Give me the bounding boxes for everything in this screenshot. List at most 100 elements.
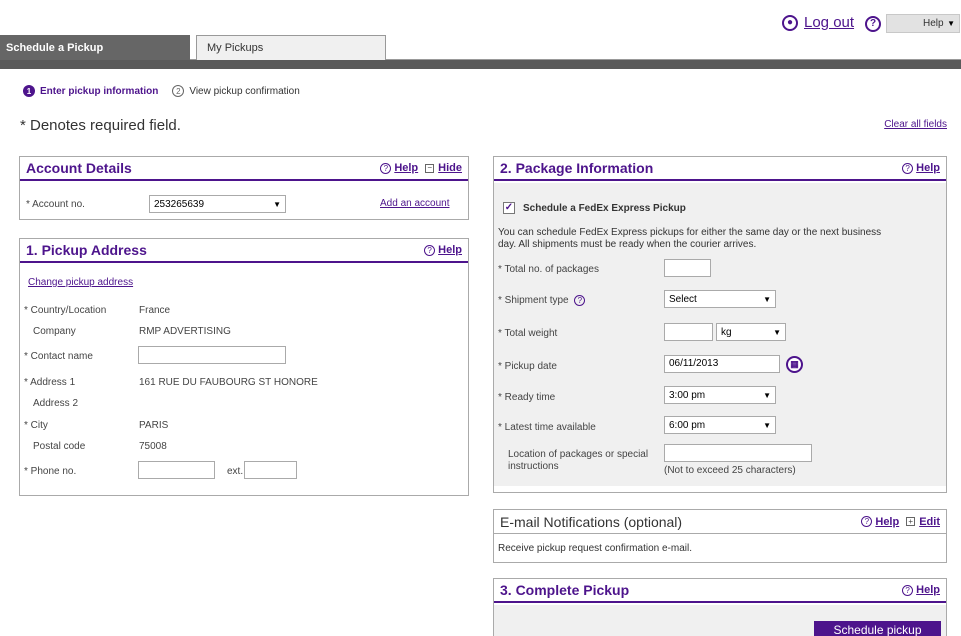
account-details-panel: Account Details ? Help − Hide * Account … bbox=[19, 156, 469, 220]
tab-my-pickups[interactable]: My Pickups bbox=[196, 35, 386, 60]
ready-time-label: * Ready time bbox=[498, 392, 556, 403]
contact-name-input[interactable] bbox=[138, 346, 286, 364]
chevron-down-icon: ▼ bbox=[947, 19, 955, 28]
pickup-address-title: 1. Pickup Address bbox=[26, 242, 147, 258]
help-icon: ? bbox=[424, 244, 436, 256]
account-number-label: * Account no. bbox=[26, 199, 85, 210]
expand-icon[interactable]: + bbox=[906, 517, 916, 526]
clear-all-fields-link[interactable]: Clear all fields bbox=[884, 119, 947, 130]
complete-pickup-title: 3. Complete Pickup bbox=[500, 582, 630, 598]
location-input[interactable] bbox=[664, 444, 812, 462]
email-notifications-title: E-mail Notifications (optional) bbox=[500, 513, 683, 530]
shipment-type-value: Select bbox=[669, 293, 697, 305]
ready-time-value: 3:00 pm bbox=[669, 389, 706, 401]
lock-icon: ● bbox=[782, 14, 798, 31]
email-notifications-text: Receive pickup request confirmation e-ma… bbox=[498, 543, 692, 554]
required-note: * Denotes required field. bbox=[20, 117, 181, 134]
pickup-address-links: ? Help bbox=[424, 244, 462, 256]
shipment-type-label: * Shipment type ? bbox=[498, 295, 588, 306]
city-label: * City bbox=[24, 420, 48, 431]
help-dropdown-label: Help bbox=[923, 18, 944, 29]
step-2-number: 2 bbox=[172, 85, 185, 97]
chevron-down-icon: ▼ bbox=[773, 327, 781, 337]
shipment-type-label-text: * Shipment type bbox=[498, 295, 569, 306]
total-packages-input[interactable] bbox=[664, 259, 711, 277]
help-area: ? Help ▼ bbox=[865, 14, 960, 33]
express-pickup-label: Schedule a FedEx Express Pickup bbox=[523, 203, 686, 214]
complete-pickup-links: ? Help bbox=[902, 584, 940, 596]
package-information-title: 2. Package Information bbox=[500, 160, 654, 176]
help-icon: ? bbox=[902, 584, 914, 596]
complete-pickup-panel: 3. Complete Pickup ? Help Schedule picku… bbox=[493, 578, 947, 636]
help-icon: ? bbox=[380, 162, 392, 174]
add-account-link[interactable]: Add an account bbox=[380, 198, 450, 209]
tab-schedule-pickup[interactable]: Schedule a Pickup bbox=[0, 35, 190, 60]
account-number-value: 253265639 bbox=[154, 198, 205, 210]
address1-label: * Address 1 bbox=[24, 377, 76, 388]
express-info-line-1: You can schedule FedEx Express pickups f… bbox=[498, 227, 882, 238]
phone-label: * Phone no. bbox=[24, 466, 77, 477]
pickup-address-header: 1. Pickup Address ? Help bbox=[20, 239, 468, 263]
pickup-date-label: * Pickup date bbox=[498, 361, 557, 372]
phone-input[interactable] bbox=[138, 461, 215, 479]
address-help-link[interactable]: Help bbox=[438, 244, 462, 256]
express-info-line-2: day. All shipments must be ready when th… bbox=[498, 239, 757, 250]
address2-label: Address 2 bbox=[33, 398, 79, 409]
account-details-header: Account Details ? Help − Hide bbox=[20, 157, 468, 181]
progress-steps: 1 Enter pickup information 2 View pickup… bbox=[23, 85, 300, 97]
ext-input[interactable] bbox=[244, 461, 297, 479]
account-hide-link[interactable]: Hide bbox=[438, 162, 462, 174]
location-note: (Not to exceed 25 characters) bbox=[664, 465, 796, 476]
shipment-type-select[interactable]: Select ▼ bbox=[664, 290, 776, 308]
package-information-header: 2. Package Information ? Help bbox=[494, 157, 946, 181]
complete-pickup-body: Schedule pickup bbox=[494, 605, 946, 636]
chevron-down-icon: ▼ bbox=[763, 390, 771, 400]
total-weight-input[interactable] bbox=[664, 323, 713, 341]
email-edit-link[interactable]: Edit bbox=[919, 516, 940, 528]
help-icon[interactable]: ? bbox=[574, 295, 586, 306]
tab-strip bbox=[0, 60, 961, 69]
question-icon: ? bbox=[865, 15, 881, 32]
help-icon: ? bbox=[861, 516, 873, 527]
ext-label: ext. bbox=[227, 466, 244, 477]
package-information-links: ? Help bbox=[902, 162, 940, 174]
step-1-number: 1 bbox=[23, 85, 35, 97]
account-details-title: Account Details bbox=[26, 160, 132, 176]
company-value: RMP ADVERTISING bbox=[139, 326, 231, 337]
express-pickup-checkbox[interactable]: ✓ bbox=[503, 202, 515, 214]
schedule-pickup-button[interactable]: Schedule pickup bbox=[814, 621, 941, 636]
package-help-link[interactable]: Help bbox=[916, 162, 940, 174]
ready-time-select[interactable]: 3:00 pm ▼ bbox=[664, 386, 776, 404]
account-details-links: ? Help − Hide bbox=[380, 162, 462, 174]
complete-help-link[interactable]: Help bbox=[916, 584, 940, 596]
pickup-address-panel: 1. Pickup Address ? Help Change pickup a… bbox=[19, 238, 469, 496]
pickup-date-input[interactable]: 06/11/2013 bbox=[664, 355, 780, 373]
latest-time-label: * Latest time available bbox=[498, 422, 596, 433]
weight-unit-select[interactable]: kg ▼ bbox=[716, 323, 786, 341]
contact-name-label: * Contact name bbox=[24, 351, 93, 362]
package-information-body: ✓ Schedule a FedEx Express Pickup You ca… bbox=[494, 183, 946, 486]
email-help-link[interactable]: Help bbox=[875, 516, 899, 528]
logout-link[interactable]: Log out bbox=[804, 14, 854, 31]
email-notifications-header: E-mail Notifications (optional) ? Help +… bbox=[494, 510, 946, 534]
chevron-down-icon: ▼ bbox=[763, 294, 771, 304]
postal-code-label: Postal code bbox=[33, 441, 86, 452]
chevron-down-icon: ▼ bbox=[273, 199, 281, 209]
country-label: * Country/Location bbox=[24, 305, 107, 316]
account-help-link[interactable]: Help bbox=[394, 162, 418, 174]
email-notifications-links: ? Help + Edit bbox=[861, 516, 940, 528]
account-number-select[interactable]: 253265639 ▼ bbox=[149, 195, 286, 213]
help-icon: ? bbox=[902, 162, 914, 174]
weight-unit-value: kg bbox=[721, 326, 732, 338]
total-packages-label: * Total no. of packages bbox=[498, 264, 599, 275]
change-pickup-address-link[interactable]: Change pickup address bbox=[28, 277, 133, 288]
collapse-icon[interactable]: − bbox=[425, 163, 435, 173]
location-label-line-2: instructions bbox=[508, 461, 559, 472]
total-weight-label: * Total weight bbox=[498, 328, 558, 339]
calendar-icon[interactable]: ▦ bbox=[786, 356, 803, 373]
step-1-label: Enter pickup information bbox=[40, 85, 159, 97]
address1-value: 161 RUE DU FAUBOURG ST HONORE bbox=[139, 377, 318, 388]
latest-time-select[interactable]: 6:00 pm ▼ bbox=[664, 416, 776, 434]
help-dropdown[interactable]: Help ▼ bbox=[886, 14, 960, 33]
tab-bar: Schedule a Pickup My Pickups bbox=[0, 35, 961, 60]
